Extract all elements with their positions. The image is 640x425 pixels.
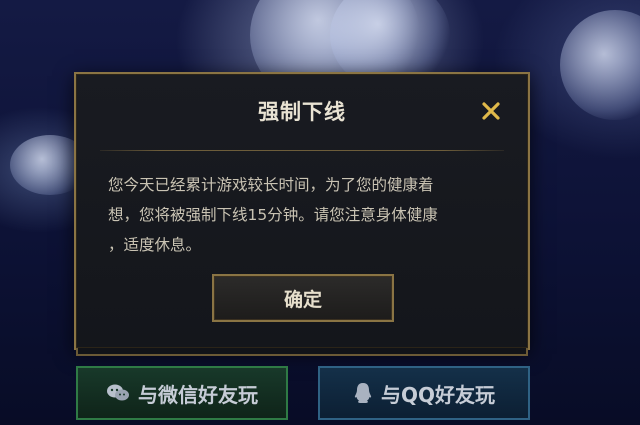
- play-with-wechat-friends-button[interactable]: 与微信好友玩: [76, 366, 288, 420]
- message-line: 您今天已经累计游戏较长时间，为了您的健康着: [108, 176, 434, 194]
- game-background: 强制下线 您今天已经累计游戏较长时间，为了您的健康着 想，您将被强制下线15分钟…: [0, 0, 640, 425]
- qq-icon: [353, 382, 373, 404]
- message-line: ，适度休息。: [108, 236, 202, 254]
- qq-button-label: 与QQ好友玩: [380, 382, 495, 407]
- confirm-button-label: 确定: [283, 288, 322, 311]
- dialog-bottom-frame: [76, 348, 528, 356]
- title-divider: [100, 150, 504, 151]
- message-line: 想，您将被强制下线15分钟。请您注意身体健康: [108, 206, 438, 224]
- close-button[interactable]: [480, 100, 502, 122]
- play-with-qq-friends-button[interactable]: 与QQ好友玩: [318, 366, 530, 420]
- close-icon: [482, 102, 500, 120]
- wechat-icon: [106, 383, 130, 403]
- confirm-button[interactable]: 确定: [212, 274, 394, 322]
- wechat-button-label: 与微信好友玩: [138, 382, 258, 407]
- dialog-title: 强制下线: [258, 100, 346, 124]
- background-flower: [560, 10, 640, 120]
- dialog-message: 您今天已经累计游戏较长时间，为了您的健康着 想，您将被强制下线15分钟。请您注意…: [108, 170, 500, 260]
- forced-logout-dialog: 强制下线 您今天已经累计游戏较长时间，为了您的健康着 想，您将被强制下线15分钟…: [74, 72, 530, 350]
